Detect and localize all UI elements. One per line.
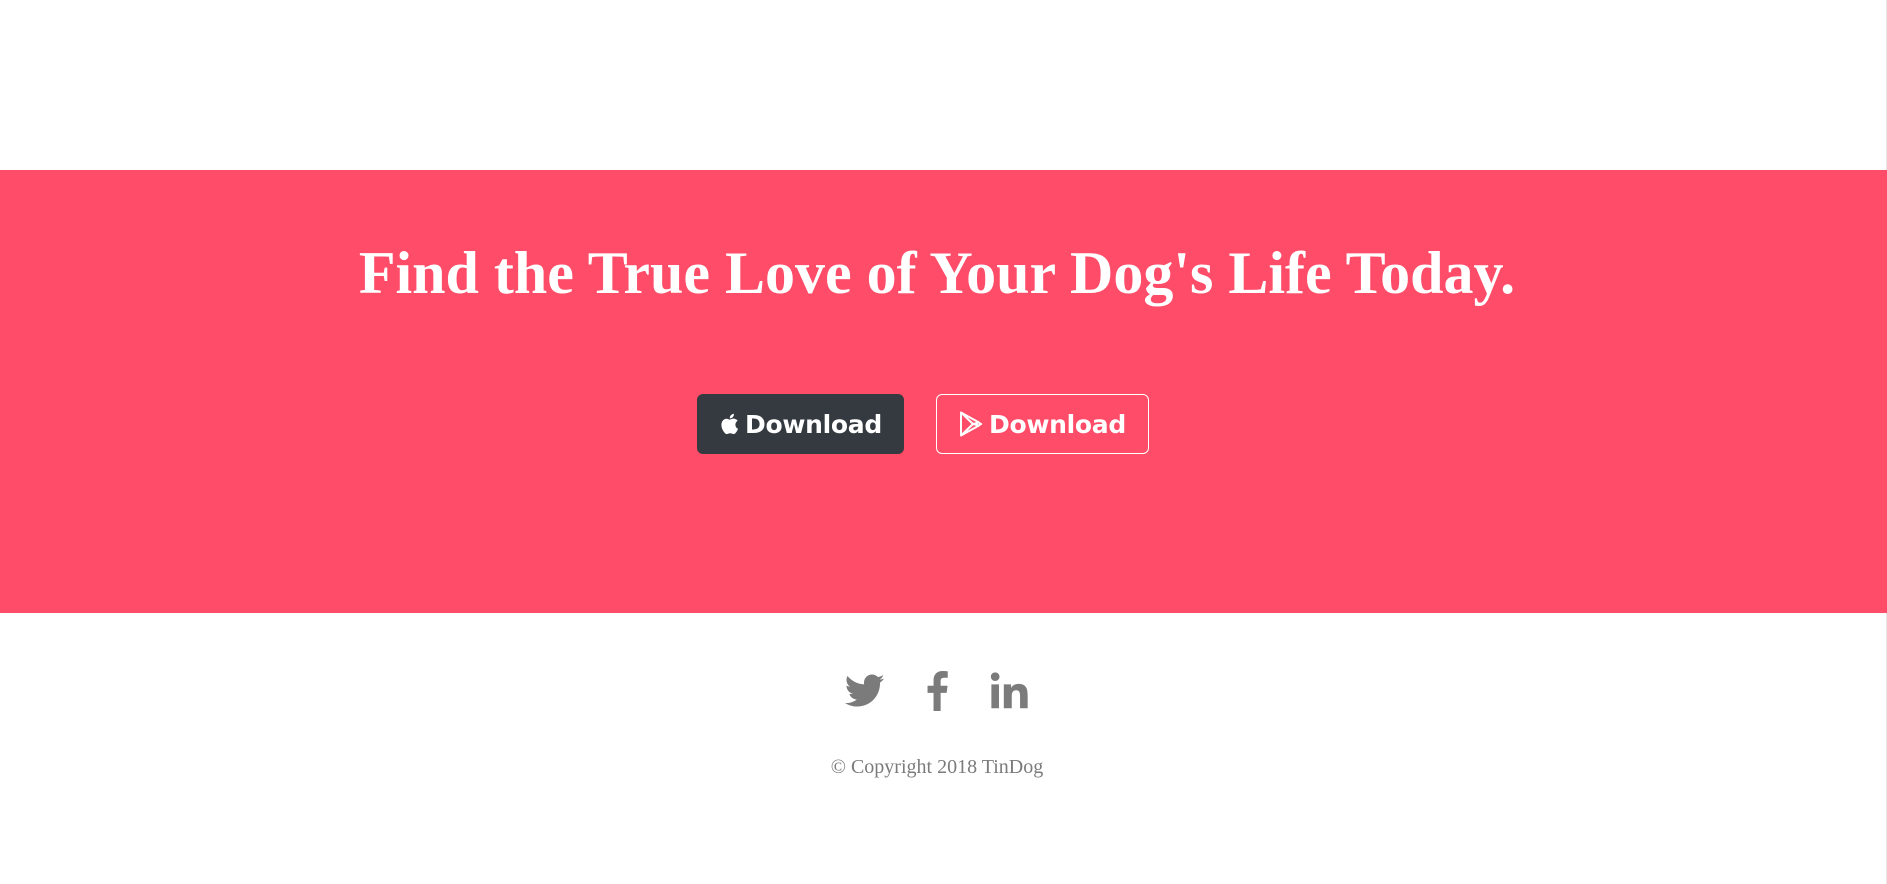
google-play-icon bbox=[959, 411, 983, 437]
google-play-download-button[interactable]: Download bbox=[936, 394, 1149, 454]
apple-download-label: Download bbox=[745, 409, 882, 439]
apple-icon bbox=[719, 412, 739, 436]
page: Find the True Love of Your Dog's Life To… bbox=[0, 0, 1887, 884]
twitter-icon[interactable] bbox=[844, 668, 886, 714]
cta-section bbox=[0, 170, 1887, 613]
apple-download-button[interactable]: Download bbox=[697, 394, 904, 454]
google-play-download-label: Download bbox=[989, 409, 1126, 439]
social-links bbox=[0, 668, 1874, 714]
facebook-icon[interactable] bbox=[916, 668, 958, 714]
cta-heading: Find the True Love of Your Dog's Life To… bbox=[358, 240, 1516, 306]
copyright-text: © Copyright 2018 TinDog bbox=[830, 756, 1044, 778]
linkedin-icon[interactable] bbox=[988, 668, 1030, 714]
